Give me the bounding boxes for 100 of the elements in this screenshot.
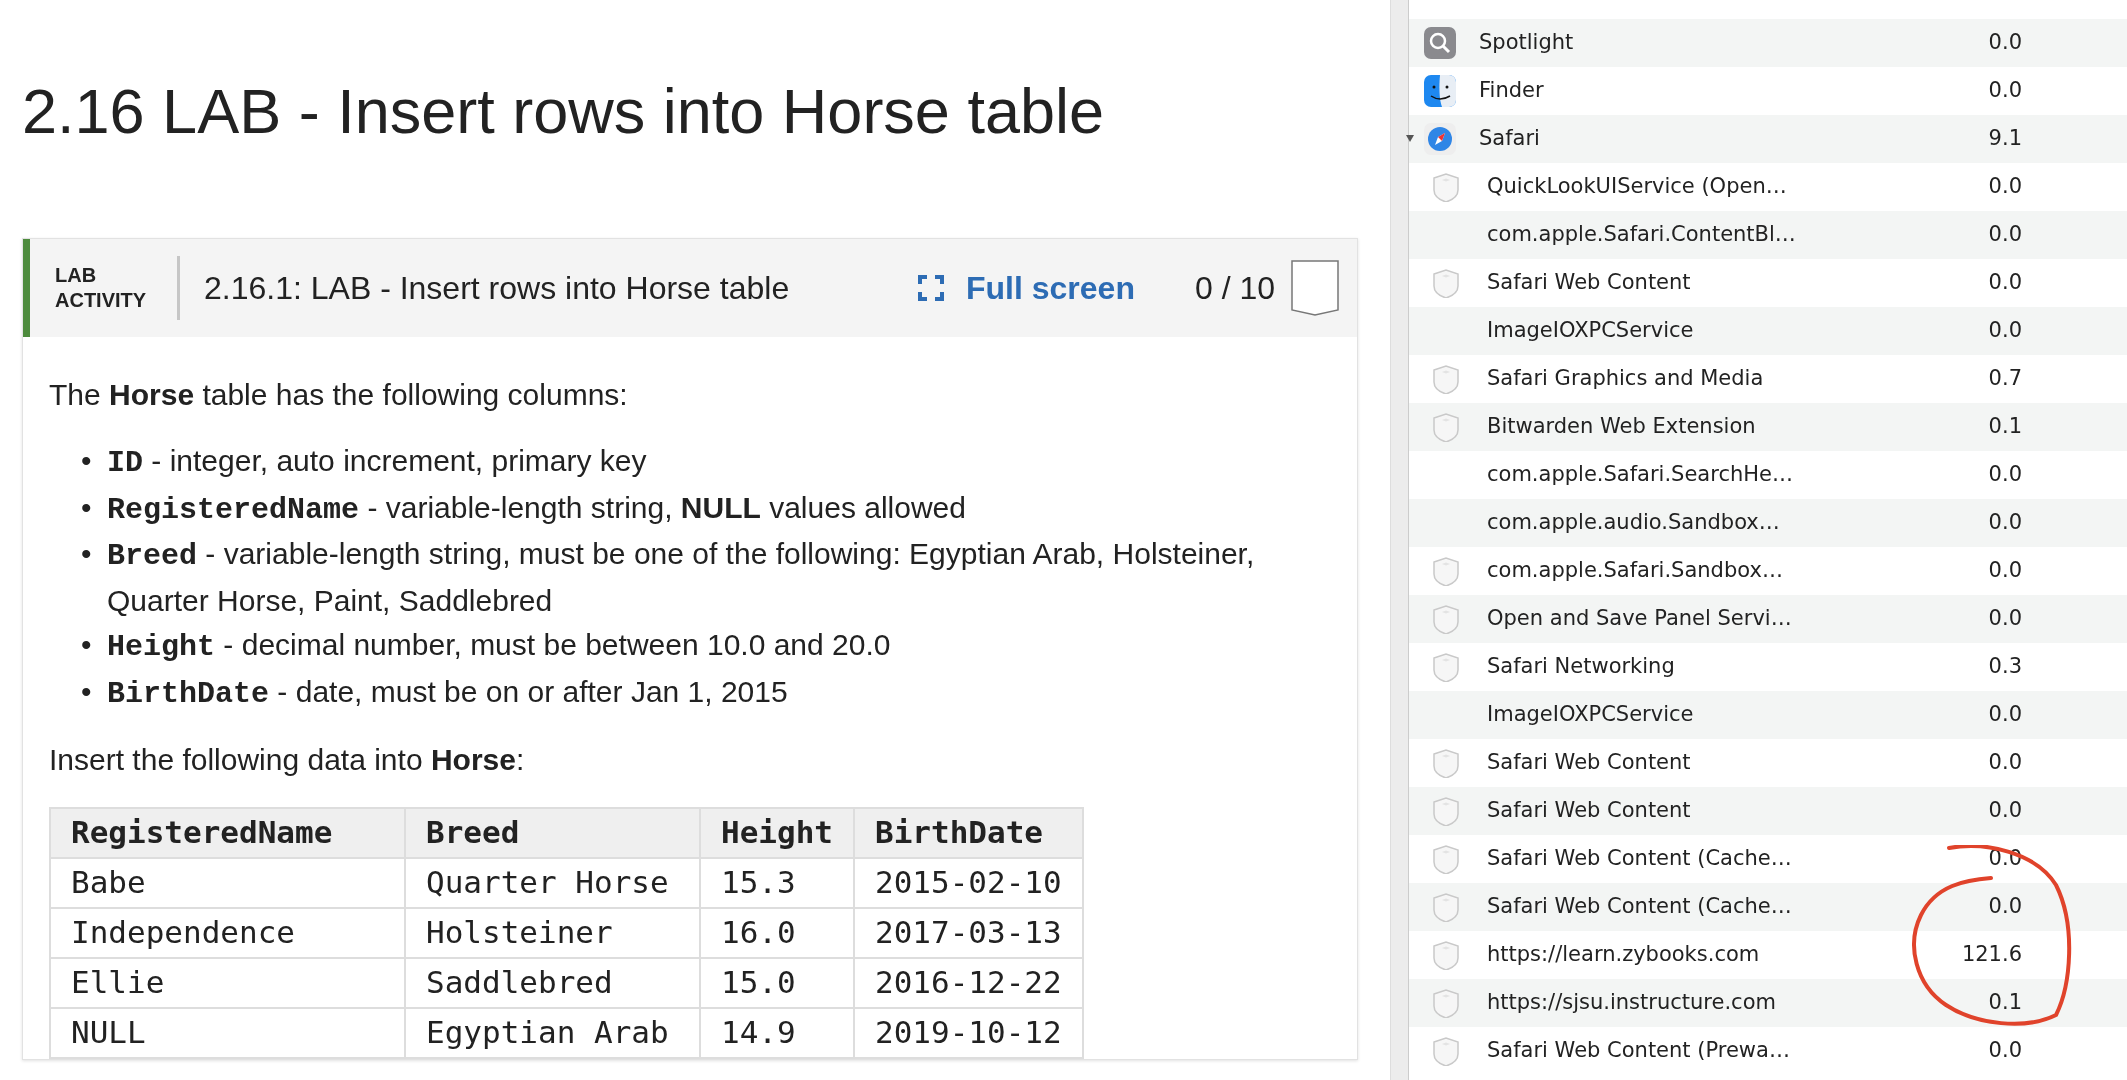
process-name: com.apple.Safari.SearchHe… (1487, 461, 1794, 489)
table-cell: 2016-12-22 (854, 957, 1083, 1008)
cpu-value: 0.0 (1987, 797, 2022, 825)
table-cell: NULL (50, 1007, 405, 1058)
cpu-value: 0.0 (1987, 221, 2022, 249)
shield-icon (1431, 892, 1461, 922)
process-name: Bitwarden Web Extension (1487, 413, 1757, 441)
column-description: BirthDate - date, must be on or after Jan 1, 2015 (107, 673, 788, 713)
cpu-value: 0.0 (1987, 173, 2022, 201)
process-name: com.apple.Safari.Sandbox… (1487, 557, 1784, 585)
intro-text: The Horse table has the following columns: (49, 376, 629, 413)
process-name: com.apple.audio.Sandbox… (1487, 509, 1781, 537)
list-bullet: • (81, 673, 93, 710)
process-name: Safari Web Content (Prewa… (1487, 1037, 1791, 1065)
process-name: Safari Networking (1487, 653, 1676, 681)
list-bullet: • (81, 627, 93, 664)
process-name: Safari Graphics and Media (1487, 365, 1765, 393)
table-cell: 14.9 (700, 1007, 854, 1058)
cpu-value: 0.0 (1987, 557, 2022, 585)
column-header: RegisteredName (50, 807, 405, 858)
shield-icon (1431, 412, 1461, 442)
column-description: RegisteredName - variable-length string, NULL values allowed (107, 489, 966, 529)
cpu-value: 0.0 (1987, 77, 2022, 105)
cpu-value: 0.1 (1987, 413, 2022, 441)
table-cell: 2017-03-13 (854, 907, 1083, 958)
process-name: Spotlight (1479, 29, 1575, 57)
cpu-value: 0.0 (1987, 1037, 2022, 1065)
fullscreen-icon (918, 274, 944, 301)
shield-icon (1431, 556, 1461, 586)
table-cell: Ellie (50, 957, 405, 1008)
process-name: com.apple.Safari.ContentBl… (1487, 221, 1797, 249)
cpu-value: 0.0 (1987, 605, 2022, 633)
cpu-value: 0.0 (1987, 269, 2022, 297)
table-cell: Saddlebred (405, 957, 700, 1008)
column-description: ID - integer, auto increment, primary key (107, 443, 647, 483)
shield-icon (1431, 364, 1461, 394)
shield-icon (1431, 268, 1461, 298)
process-name: Safari Web Content (Cache… (1487, 893, 1793, 921)
column-header: Height (700, 807, 854, 858)
table-cell: Independence (50, 907, 405, 958)
page-heading: 2.16 LAB - Insert rows into Horse table (22, 75, 1105, 148)
cpu-value: 0.0 (1987, 509, 2022, 537)
cpu-value: 0.0 (1987, 317, 2022, 345)
table-cell: Babe (50, 857, 405, 908)
table-cell: Egyptian Arab (405, 1007, 700, 1058)
process-name: ImageIOXPCService (1487, 317, 1695, 345)
table-cell: 15.0 (700, 957, 854, 1008)
process-name: QuickLookUIService (Open… (1487, 173, 1788, 201)
list-bullet: • (81, 536, 93, 573)
process-name: Open and Save Panel Servi… (1487, 605, 1793, 633)
table-cell: Holsteiner (405, 907, 700, 958)
list-bullet: • (81, 443, 93, 480)
process-name: https://sjsu.instructure.com (1487, 989, 1777, 1017)
score-text: 0 / 10 (1194, 268, 1275, 308)
table-cell: 15.3 (700, 857, 854, 908)
cpu-value: 0.1 (1987, 989, 2022, 1017)
column-header: BirthDate (854, 807, 1083, 858)
shield-icon (1431, 1036, 1461, 1066)
table-cell: 2019-10-12 (854, 1007, 1083, 1058)
process-name: Finder (1479, 77, 1545, 105)
column-header: Breed (405, 807, 700, 858)
cpu-value: 9.1 (1987, 125, 2022, 153)
cpu-value: 0.0 (1987, 893, 2022, 921)
magnifier-icon (1423, 26, 1457, 60)
shield-icon (1431, 988, 1461, 1018)
shield-icon (1431, 604, 1461, 634)
cpu-value: 0.0 (1987, 461, 2022, 489)
shield-icon (1431, 796, 1461, 826)
fullscreen-button[interactable]: Full screen (918, 263, 1135, 312)
process-name: Safari Web Content (1487, 749, 1692, 777)
process-name: https://learn.zybooks.com (1487, 941, 1761, 969)
cpu-value: 0.7 (1987, 365, 2022, 393)
shield-icon (1431, 748, 1461, 778)
process-name: Safari Web Content (1487, 797, 1692, 825)
disclosure-triangle-icon[interactable] (1406, 133, 1414, 143)
column-description: Breed - variable-length string, must be one of the following: Egyptian Arab, Holsteiner, Quarter Horse, Paint, Saddlebred (107, 536, 1256, 619)
cpu-value: 0.0 (1987, 29, 2022, 57)
table-cell: 2015-02-10 (854, 857, 1083, 908)
list-bullet: • (81, 489, 93, 526)
shield-icon (1431, 172, 1461, 202)
compass-icon (1423, 122, 1457, 156)
process-name: ImageIOXPCService (1487, 701, 1695, 729)
cpu-value: 0.0 (1987, 701, 2022, 729)
cpu-value: 121.6 (1960, 941, 2022, 969)
completion-badge-icon (1291, 259, 1339, 316)
shield-icon (1431, 652, 1461, 682)
process-name: Safari Web Content (1487, 269, 1692, 297)
column-description: Height - decimal number, must be between 10.0 and 20.0 (107, 627, 891, 667)
insert-text: Insert the following data into Horse: (49, 742, 526, 779)
process-name: Safari (1479, 125, 1541, 153)
cpu-value: 0.3 (1987, 653, 2022, 681)
table-cell: 16.0 (700, 907, 854, 958)
cpu-value: 0.0 (1987, 749, 2022, 777)
shield-icon (1431, 844, 1461, 874)
activity-tag: LAB ACTIVITY (55, 262, 165, 313)
shield-icon (1431, 940, 1461, 970)
smiling-face-icon (1423, 74, 1457, 108)
activity-title: 2.16.1: LAB - Insert rows into Horse table (204, 268, 791, 308)
process-name: Safari Web Content (Cache… (1487, 845, 1793, 873)
table-cell: Quarter Horse (405, 857, 700, 908)
